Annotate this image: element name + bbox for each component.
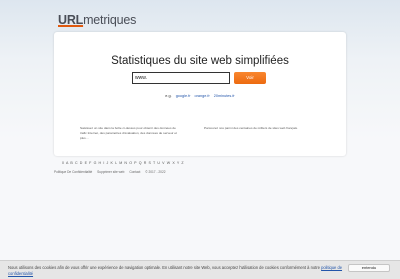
footer: Politique De Confidentialité Supprimer s… (54, 170, 170, 174)
footer-link-remove-site[interactable]: Supprimer site web (97, 170, 124, 174)
cookie-accept-button[interactable]: entendu (348, 264, 390, 272)
search-card: Statistiques du site web simplifiées Voi… (54, 32, 346, 156)
examples-prefix: e.g. (165, 94, 172, 98)
logo-part-url: URL (58, 13, 84, 27)
cookie-text: Nous utilisons des cookies afin de vous … (8, 265, 353, 276)
alphabet-index[interactable]: 0 A B C D E F G H I J K L M N O P Q R S … (62, 161, 184, 165)
example-link-orange[interactable]: orange.fr (195, 94, 210, 98)
search-input[interactable] (132, 72, 230, 84)
examples-line: e.g. google.fr orange.fr 20minutes.fr (54, 93, 346, 99)
footer-link-contact[interactable]: Contact (129, 170, 140, 174)
cookie-banner: Nous utilisons des cookies afin de vous … (0, 260, 400, 279)
page-title: Statistiques du site web simplifiées (111, 55, 289, 67)
example-link-google[interactable]: google.fr (176, 94, 191, 98)
description-left: Saisissez un site dans la boîte ci-dessu… (80, 126, 177, 140)
logo-part-metriques: metriques (83, 13, 137, 27)
footer-copyright: © 2017 - 2022 (145, 170, 166, 174)
description-right: Parcourez nos parmi des centaines de mil… (204, 126, 298, 130)
footer-link-privacy[interactable]: Politique De Confidentialité (54, 170, 92, 174)
cookie-message: Nous utilisons des cookies afin de vous … (8, 265, 320, 270)
search-button[interactable]: Voir (234, 72, 266, 84)
logo[interactable]: URLmetriques (58, 13, 136, 27)
example-link-20minutes[interactable]: 20minutes.fr (214, 94, 235, 98)
